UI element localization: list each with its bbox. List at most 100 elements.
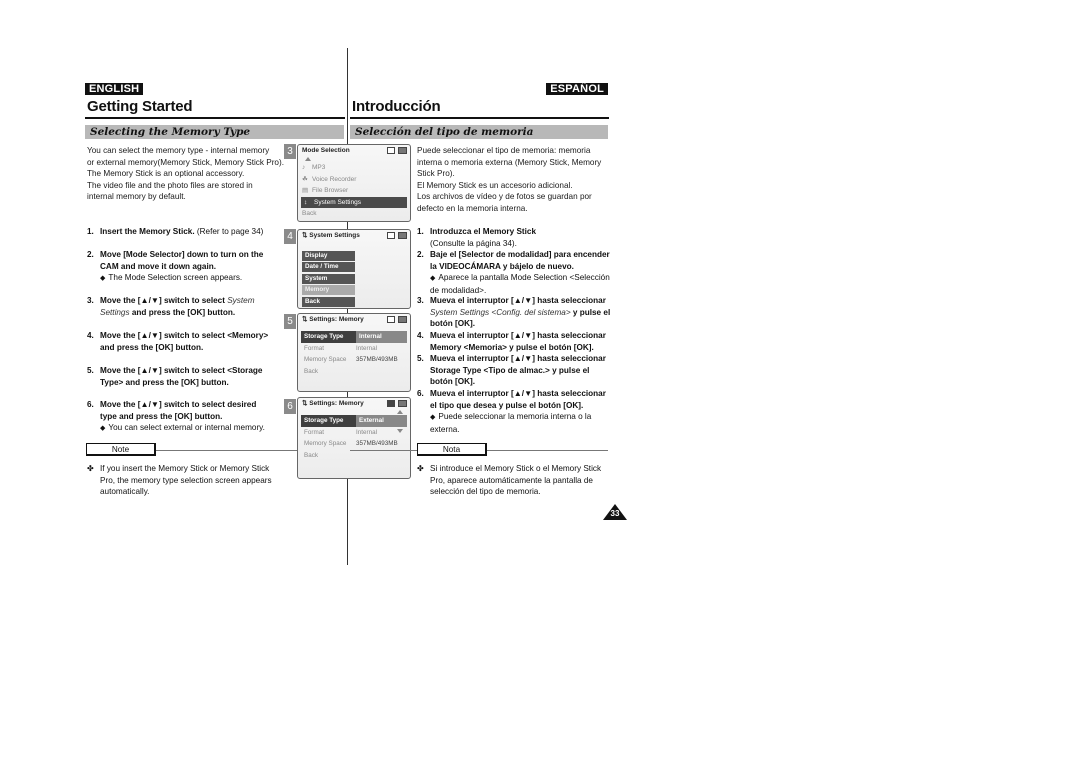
setting-value: 357MB/493MB: [356, 440, 398, 447]
intro-paragraph-spanish: Puede seleccionar el tipo de memoria: me…: [417, 146, 602, 213]
screen-number-5: 5: [284, 314, 296, 329]
step-text: Move the [▲/▼] switch to select desired …: [100, 400, 257, 421]
step-2-spanish: 2. Baje el [Selector de modalidad] para …: [417, 249, 612, 296]
spanish-language-badge: ESPAÑOL: [546, 83, 608, 95]
setting-row-back: Back: [298, 450, 410, 462]
file-icon: ▤: [302, 187, 309, 194]
section-heading-english: Selecting the Memory Type: [85, 125, 344, 139]
step-sub-note: The Mode Selection screen appears.: [108, 273, 243, 282]
step-2-english: 2. Move [Mode Selector] down to turn on …: [87, 249, 272, 285]
note-text-english: ✤ If you insert the Memory Stick or Memo…: [87, 463, 277, 498]
setting-row-storage-type: Storage Type External: [301, 415, 407, 427]
step-number: 3.: [417, 296, 424, 305]
step-number: 6.: [87, 400, 94, 409]
setting-key: Back: [304, 451, 318, 459]
step-4-english: 4. Move the [▲/▼] switch to select <Memo…: [87, 330, 272, 353]
note-label-spanish: Nota: [417, 443, 487, 456]
step-sub-note: Puede seleccionar la memoria interna o l…: [430, 412, 592, 434]
diamond-bullet-icon: ◆: [430, 414, 436, 421]
step-number: 6.: [417, 389, 424, 398]
title-rule-spanish: [350, 117, 609, 119]
menu-item-label: Back: [302, 210, 317, 217]
step-number: 4.: [87, 331, 94, 340]
battery-icon: [398, 316, 407, 323]
setting-key: Memory Space: [304, 356, 347, 363]
microphone-icon: ☘: [302, 175, 308, 183]
menu-item-system: System: [302, 273, 355, 284]
step-text: Introduzca el Memory Stick: [430, 227, 537, 236]
menu-item-system-settings: ↕ System Settings: [301, 196, 407, 208]
menu-item-date-time: Date / Time: [302, 262, 355, 272]
setting-row-memory-space: Memory Space 357MB/493MB: [298, 438, 410, 450]
cross-bullet-icon: ✤: [87, 464, 94, 473]
step-6-spanish: 6. Mueva el interruptor [▲/▼] hasta sele…: [417, 388, 612, 435]
memory-card-icon: [387, 147, 395, 154]
screen-number-3: 3: [284, 144, 296, 159]
menu-item-file-browser: ▤ File Browser: [298, 185, 410, 197]
menu-item-display: Display: [302, 250, 355, 261]
diamond-bullet-icon: ◆: [430, 275, 436, 282]
menu-item-label: Voice Recorder: [312, 175, 357, 183]
setting-row-back: Back: [298, 366, 410, 378]
step-5-spanish: 5. Mueva el interruptor [▲/▼] hasta sele…: [417, 353, 612, 388]
menu-item-memory: Memory: [302, 285, 355, 295]
screen-number-4: 4: [284, 229, 296, 244]
menu-item-label: System Settings: [314, 198, 361, 206]
battery-icon: [398, 232, 407, 239]
setting-key: Storage Type: [304, 417, 344, 424]
screen-title: Settings: Memory: [309, 316, 364, 323]
step-italic-term: System Settings <Config. del sistema>: [430, 307, 571, 317]
memory-card-icon: [387, 316, 395, 323]
setting-key: Format: [304, 344, 324, 352]
screen-title: Mode Selection: [302, 147, 350, 154]
menu-item-mp3: ♪ MP3: [298, 162, 410, 174]
scroll-down-icon: [397, 429, 403, 433]
setting-value: 357MB/493MB: [356, 356, 398, 363]
note-body: Si introduce el Memory Stick o el Memory…: [430, 464, 602, 496]
step-number: 1.: [417, 227, 424, 236]
scroll-up-icon: [397, 410, 403, 414]
diamond-bullet-icon: ◆: [100, 275, 106, 282]
setting-key: Storage Type: [304, 333, 344, 340]
step-number: 2.: [417, 250, 424, 259]
english-language-badge: ENGLISH: [85, 83, 144, 95]
setting-row-format: Format Internal: [298, 427, 410, 439]
page-number: 33: [610, 509, 620, 518]
settings-icon: ↕: [304, 198, 308, 206]
step-reference: (Refer to page 34): [194, 227, 264, 236]
page-number-badge: 33: [603, 504, 627, 520]
screen-number-6: 6: [284, 399, 296, 414]
step-text: Mueva el interruptor [▲/▼] hasta selecci…: [430, 389, 606, 410]
menu-item-back: Back: [302, 296, 355, 307]
menu-item-label: MP3: [312, 164, 326, 171]
setting-key: Memory Space: [304, 440, 347, 447]
step-1-spanish: 1. Introduzca el Memory Stick (Consulte …: [417, 226, 612, 249]
setting-value: Internal: [356, 428, 378, 436]
step-number: 3.: [87, 296, 94, 305]
section-heading-spanish: Selección del tipo de memoria: [350, 125, 608, 139]
scroll-up-icon: [305, 157, 311, 161]
step-6-english: 6. Move the [▲/▼] switch to select desir…: [87, 399, 272, 435]
menu-item-back: Back: [298, 208, 410, 220]
step-text: Move the [▲/▼] switch to select <Memory>…: [100, 331, 269, 352]
step-text: Move the [▲/▼] switch to select <Storage…: [100, 366, 263, 387]
step-text: Mueva el interruptor [▲/▼] hasta selecci…: [430, 296, 606, 305]
battery-icon: [398, 147, 407, 154]
step-number: 2.: [87, 250, 94, 259]
screen-title: Settings: Memory: [309, 400, 364, 407]
diamond-bullet-icon: ◆: [100, 425, 106, 432]
memory-card-icon: [387, 400, 395, 407]
step-number: 5.: [417, 354, 424, 363]
setting-row-storage-type: Storage Type Internal: [301, 331, 407, 343]
step-1-english: 1. Insert the Memory Stick. (Refer to pa…: [87, 226, 272, 238]
note-label-english: Note: [86, 443, 156, 456]
screen-mode-selection: Mode Selection ♪ MP3 ☘ Voice Recorder ▤ Fil…: [297, 144, 411, 222]
page-title-english: Getting Started: [87, 98, 193, 115]
step-5-english: 5. Move the [▲/▼] switch to select <Stor…: [87, 365, 272, 388]
step-number: 1.: [87, 227, 94, 236]
setting-value: External: [356, 415, 407, 427]
step-sub-note: You can select external or internal memo…: [108, 423, 265, 432]
page-title-spanish: Introducción: [352, 98, 441, 115]
step-text: Mueva el interruptor [▲/▼] hasta selecci…: [430, 331, 606, 352]
step-text: Insert the Memory Stick.: [100, 227, 195, 236]
